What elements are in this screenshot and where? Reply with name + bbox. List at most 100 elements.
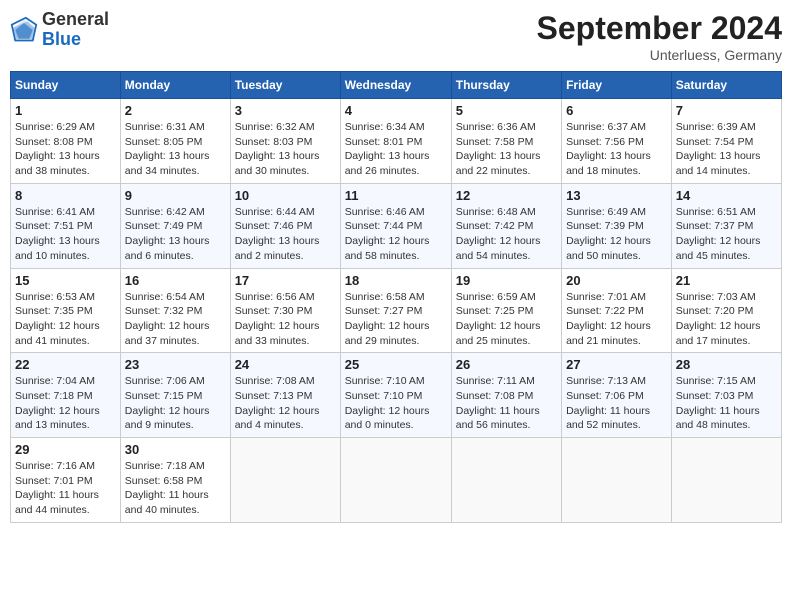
day-detail: Sunrise: 7:10 AM Sunset: 7:10 PM Dayligh… [345, 374, 447, 433]
day-number: 17 [235, 273, 336, 288]
day-cell: 12 Sunrise: 6:48 AM Sunset: 7:42 PM Dayli… [451, 183, 561, 268]
day-cell: 17 Sunrise: 6:56 AM Sunset: 7:30 PM Dayli… [230, 268, 340, 353]
day-number: 8 [15, 188, 116, 203]
day-cell: 15 Sunrise: 6:53 AM Sunset: 7:35 PM Dayli… [11, 268, 121, 353]
day-detail: Sunrise: 6:46 AM Sunset: 7:44 PM Dayligh… [345, 205, 447, 264]
day-detail: Sunrise: 7:15 AM Sunset: 7:03 PM Dayligh… [676, 374, 777, 433]
day-detail: Sunrise: 6:53 AM Sunset: 7:35 PM Dayligh… [15, 290, 116, 349]
day-detail: Sunrise: 7:04 AM Sunset: 7:18 PM Dayligh… [15, 374, 116, 433]
day-number: 25 [345, 357, 447, 372]
day-cell: 8 Sunrise: 6:41 AM Sunset: 7:51 PM Daylig… [11, 183, 121, 268]
day-detail: Sunrise: 7:13 AM Sunset: 7:06 PM Dayligh… [566, 374, 667, 433]
day-cell [671, 438, 781, 523]
month-title: September 2024 [537, 10, 782, 47]
day-cell: 22Sunrise: 7:04 AM Sunset: 7:18 PM Dayli… [11, 353, 121, 438]
day-cell: 10 Sunrise: 6:44 AM Sunset: 7:46 PM Dayli… [230, 183, 340, 268]
day-detail: Sunrise: 6:37 AM Sunset: 7:56 PM Dayligh… [566, 120, 667, 179]
day-detail: Sunrise: 7:18 AM Sunset: 6:58 PM Dayligh… [125, 459, 226, 518]
day-detail: Sunrise: 6:49 AM Sunset: 7:39 PM Dayligh… [566, 205, 667, 264]
day-detail: Sunrise: 7:06 AM Sunset: 7:15 PM Dayligh… [125, 374, 226, 433]
day-cell: 2 Sunrise: 6:31 AM Sunset: 8:05 PM Daylig… [120, 99, 230, 184]
day-number: 15 [15, 273, 116, 288]
day-cell: 27 Sunrise: 7:13 AM Sunset: 7:06 PM Dayli… [562, 353, 672, 438]
day-number: 6 [566, 103, 667, 118]
day-cell [562, 438, 672, 523]
day-detail: Sunrise: 6:56 AM Sunset: 7:30 PM Dayligh… [235, 290, 336, 349]
day-number: 28 [676, 357, 777, 372]
day-number: 16 [125, 273, 226, 288]
day-cell: 24 Sunrise: 7:08 AM Sunset: 7:13 PM Dayli… [230, 353, 340, 438]
week-row-5: 29 Sunrise: 7:16 AM Sunset: 7:01 PM Dayli… [11, 438, 782, 523]
day-cell: 3 Sunrise: 6:32 AM Sunset: 8:03 PM Daylig… [230, 99, 340, 184]
day-number: 2 [125, 103, 226, 118]
day-number: 29 [15, 442, 116, 457]
day-cell: 26Sunrise: 7:11 AM Sunset: 7:08 PM Dayli… [451, 353, 561, 438]
day-number: 30 [125, 442, 226, 457]
day-detail: Sunrise: 6:42 AM Sunset: 7:49 PM Dayligh… [125, 205, 226, 264]
calendar: SundayMondayTuesdayWednesdayThursdayFrid… [10, 71, 782, 523]
day-detail: Sunrise: 6:29 AM Sunset: 8:08 PM Dayligh… [15, 120, 116, 179]
logo-icon [10, 16, 38, 44]
day-detail: Sunrise: 6:36 AM Sunset: 7:58 PM Dayligh… [456, 120, 557, 179]
day-detail: Sunrise: 6:48 AM Sunset: 7:42 PM Dayligh… [456, 205, 557, 264]
day-detail: Sunrise: 6:44 AM Sunset: 7:46 PM Dayligh… [235, 205, 336, 264]
day-cell: 1 Sunrise: 6:29 AM Sunset: 8:08 PM Daylig… [11, 99, 121, 184]
day-detail: Sunrise: 6:58 AM Sunset: 7:27 PM Dayligh… [345, 290, 447, 349]
day-cell: 5Sunrise: 6:36 AM Sunset: 7:58 PM Daylig… [451, 99, 561, 184]
day-detail: Sunrise: 6:41 AM Sunset: 7:51 PM Dayligh… [15, 205, 116, 264]
day-cell: 23 Sunrise: 7:06 AM Sunset: 7:15 PM Dayli… [120, 353, 230, 438]
day-cell [451, 438, 561, 523]
day-cell: 16 Sunrise: 6:54 AM Sunset: 7:32 PM Dayli… [120, 268, 230, 353]
day-cell: 13Sunrise: 6:49 AM Sunset: 7:39 PM Dayli… [562, 183, 672, 268]
day-number: 24 [235, 357, 336, 372]
day-header-tuesday: Tuesday [230, 72, 340, 99]
day-number: 19 [456, 273, 557, 288]
week-row-3: 15 Sunrise: 6:53 AM Sunset: 7:35 PM Dayli… [11, 268, 782, 353]
day-cell: 30 Sunrise: 7:18 AM Sunset: 6:58 PM Dayli… [120, 438, 230, 523]
day-cell: 29 Sunrise: 7:16 AM Sunset: 7:01 PM Dayli… [11, 438, 121, 523]
day-header-saturday: Saturday [671, 72, 781, 99]
day-header-friday: Friday [562, 72, 672, 99]
day-cell: 19 Sunrise: 6:59 AM Sunset: 7:25 PM Dayli… [451, 268, 561, 353]
logo-blue-text: Blue [42, 29, 81, 49]
day-cell: 4Sunrise: 6:34 AM Sunset: 8:01 PM Daylig… [340, 99, 451, 184]
day-number: 3 [235, 103, 336, 118]
day-cell: 20Sunrise: 7:01 AM Sunset: 7:22 PM Dayli… [562, 268, 672, 353]
day-number: 20 [566, 273, 667, 288]
day-number: 27 [566, 357, 667, 372]
subtitle: Unterluess, Germany [537, 47, 782, 63]
day-header-thursday: Thursday [451, 72, 561, 99]
day-number: 12 [456, 188, 557, 203]
day-detail: Sunrise: 6:39 AM Sunset: 7:54 PM Dayligh… [676, 120, 777, 179]
calendar-body: 1 Sunrise: 6:29 AM Sunset: 8:08 PM Daylig… [11, 99, 782, 523]
day-number: 14 [676, 188, 777, 203]
day-number: 23 [125, 357, 226, 372]
day-cell: 7 Sunrise: 6:39 AM Sunset: 7:54 PM Daylig… [671, 99, 781, 184]
day-detail: Sunrise: 6:32 AM Sunset: 8:03 PM Dayligh… [235, 120, 336, 179]
logo: General Blue [10, 10, 109, 50]
day-number: 9 [125, 188, 226, 203]
day-number: 11 [345, 188, 447, 203]
day-header-monday: Monday [120, 72, 230, 99]
day-number: 1 [15, 103, 116, 118]
day-detail: Sunrise: 7:03 AM Sunset: 7:20 PM Dayligh… [676, 290, 777, 349]
title-area: September 2024 Unterluess, Germany [537, 10, 782, 63]
day-cell: 6 Sunrise: 6:37 AM Sunset: 7:56 PM Daylig… [562, 99, 672, 184]
day-detail: Sunrise: 6:59 AM Sunset: 7:25 PM Dayligh… [456, 290, 557, 349]
day-number: 21 [676, 273, 777, 288]
day-cell: 9 Sunrise: 6:42 AM Sunset: 7:49 PM Daylig… [120, 183, 230, 268]
day-cell [230, 438, 340, 523]
day-number: 10 [235, 188, 336, 203]
day-cell: 28 Sunrise: 7:15 AM Sunset: 7:03 PM Dayli… [671, 353, 781, 438]
day-cell: 25 Sunrise: 7:10 AM Sunset: 7:10 PM Dayli… [340, 353, 451, 438]
day-detail: Sunrise: 6:31 AM Sunset: 8:05 PM Dayligh… [125, 120, 226, 179]
day-number: 7 [676, 103, 777, 118]
week-row-2: 8 Sunrise: 6:41 AM Sunset: 7:51 PM Daylig… [11, 183, 782, 268]
day-number: 4 [345, 103, 447, 118]
day-detail: Sunrise: 7:11 AM Sunset: 7:08 PM Dayligh… [456, 374, 557, 433]
day-detail: Sunrise: 7:16 AM Sunset: 7:01 PM Dayligh… [15, 459, 116, 518]
week-row-1: 1 Sunrise: 6:29 AM Sunset: 8:08 PM Daylig… [11, 99, 782, 184]
day-detail: Sunrise: 7:08 AM Sunset: 7:13 PM Dayligh… [235, 374, 336, 433]
day-detail: Sunrise: 6:54 AM Sunset: 7:32 PM Dayligh… [125, 290, 226, 349]
day-header-wednesday: Wednesday [340, 72, 451, 99]
